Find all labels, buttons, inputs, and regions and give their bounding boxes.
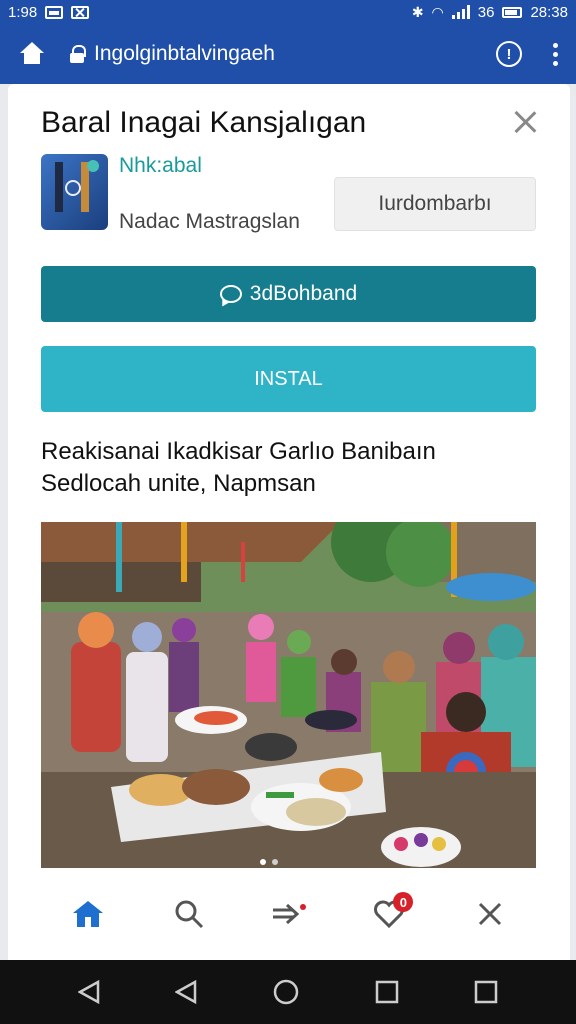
nav-search[interactable] (169, 894, 209, 934)
install-dialog: Baral Inagai Kansjalıgan Nhk:abal Nadac … (8, 84, 570, 960)
search-icon (175, 900, 203, 929)
bottom-nav: 0 (8, 884, 570, 944)
app-name[interactable]: Nhk:abal (119, 154, 202, 178)
nav-home[interactable] (68, 894, 108, 934)
back-icon[interactable] (77, 980, 100, 1004)
favorites-badge: 0 (393, 892, 414, 912)
bluetooth-icon: ✱ (411, 3, 424, 20)
more-options-icon[interactable] (552, 42, 558, 66)
home-icon[interactable] (18, 40, 46, 68)
browser-url-bar: Ingolginbtalvingaeh ! (0, 24, 576, 84)
nav-favorites[interactable]: 0 (369, 892, 414, 934)
nav-close[interactable] (470, 894, 510, 934)
app-icon (41, 154, 108, 230)
battery-icon (502, 6, 523, 18)
chat-icon (219, 285, 242, 303)
market-scene-image (41, 522, 536, 868)
status-bar: 1:98 ✱ ◠ 36 28:38 (0, 0, 576, 24)
open-button[interactable]: Iurdombarbı (334, 177, 536, 231)
app-developer: Nadac Mastragslan (119, 210, 300, 233)
signal-icon (451, 5, 470, 19)
back-icon-secondary[interactable] (175, 980, 197, 1004)
status-time-right: 28:38 (530, 3, 568, 21)
primary-action-label: 3dBohband (249, 282, 358, 305)
system-nav-bar (0, 960, 576, 1024)
close-icon[interactable] (511, 108, 539, 136)
app-description: Reakisanai Ikadkisar Garlıo Banibaın Sed… (41, 438, 436, 497)
lock-icon (70, 45, 86, 63)
status-time-left: 1:98 (8, 3, 38, 21)
primary-action-button[interactable]: 3dBohband (41, 266, 536, 322)
network-label: 36 (477, 3, 495, 21)
home-icon (73, 901, 104, 927)
image-notification-icon (45, 5, 64, 19)
dialog-title: Baral Inagai Kansjalıgan (41, 106, 367, 139)
share-arrow-icon (272, 903, 306, 925)
recents-icon-secondary[interactable] (474, 980, 498, 1004)
nav-share[interactable] (269, 894, 309, 934)
promo-photo (41, 522, 536, 868)
close-icon (478, 902, 501, 926)
install-button[interactable]: INSTAL (41, 346, 536, 412)
url-text[interactable]: Ingolginbtalvingaeh (94, 42, 275, 66)
recents-icon[interactable] (375, 980, 399, 1004)
info-icon[interactable]: ! (496, 41, 522, 67)
wifi-icon: ◠ (431, 3, 444, 20)
close-notification-icon (71, 5, 90, 19)
home-circle-icon[interactable] (273, 979, 299, 1005)
